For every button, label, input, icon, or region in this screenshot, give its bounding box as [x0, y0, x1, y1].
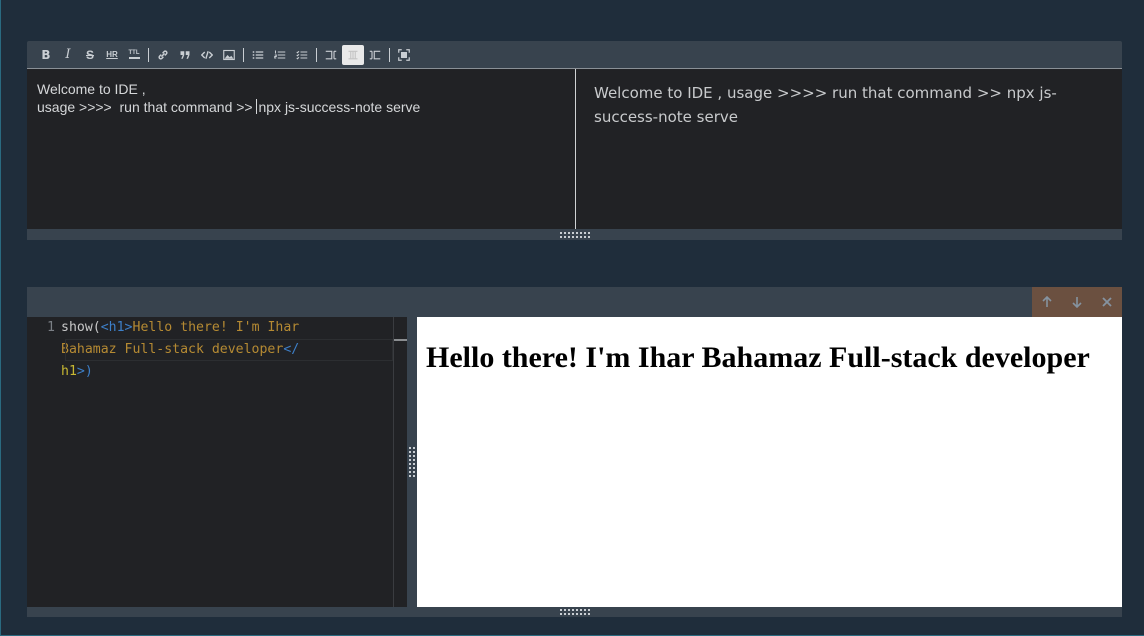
code-icon — [201, 50, 213, 59]
editor-line: Welcome to IDE , — [37, 81, 146, 97]
bold-button[interactable]: B — [35, 45, 57, 65]
editor-line-text: npx js-success-note serve — [258, 99, 421, 115]
strikethrough-button[interactable]: S — [79, 45, 101, 65]
fullscreen-icon — [398, 48, 410, 61]
toolbar-separator — [243, 47, 244, 62]
checklist-icon — [296, 50, 308, 59]
code-token-bracket: < — [100, 320, 109, 335]
italic-button[interactable]: I — [57, 45, 79, 65]
unordered-list-button[interactable] — [247, 45, 269, 65]
close-icon — [1102, 297, 1112, 307]
horizontal-rule-button[interactable]: HR — [101, 45, 123, 65]
code-button[interactable] — [196, 45, 218, 65]
code-cell: 1 show(<h1>Hello there! I'm Ihar Bahamaz … — [27, 287, 1122, 617]
markdown-body: Welcome to IDE , usage >>>> run that comm… — [27, 69, 1122, 229]
unordered-list-icon — [252, 50, 264, 59]
active-line-highlight — [65, 339, 393, 361]
markdown-resize-handle[interactable] — [27, 229, 1122, 240]
toolbar-separator — [316, 47, 317, 62]
horizontal-rule-icon: HR — [106, 50, 118, 59]
heading-icon: TTL — [128, 50, 140, 59]
strikethrough-icon: S — [85, 47, 94, 62]
side-by-side-button[interactable] — [342, 44, 364, 65]
heading-button[interactable]: TTL — [123, 45, 145, 65]
code-cell-resize-handle[interactable] — [27, 607, 1122, 617]
code-cell-header — [27, 287, 1122, 317]
fullscreen-button[interactable] — [393, 45, 415, 65]
editor-only-icon — [325, 50, 337, 59]
toolbar-separator — [148, 47, 149, 62]
link-button[interactable] — [152, 45, 174, 65]
quote-icon — [180, 50, 190, 59]
preview-only-icon — [369, 50, 381, 59]
code-editor-scrollbar[interactable] — [393, 317, 407, 607]
move-down-button[interactable] — [1065, 296, 1089, 308]
scrollbar-thumb[interactable] — [394, 339, 407, 341]
image-icon — [223, 49, 235, 60]
code-token-text: Hello there! I'm Ihar — [132, 320, 300, 335]
grip-icon — [559, 231, 590, 238]
italic-icon: I — [65, 47, 71, 62]
ordered-list-button[interactable] — [269, 45, 291, 65]
arrow-up-icon — [1042, 296, 1052, 307]
quote-button[interactable] — [174, 45, 196, 65]
editor-only-button[interactable] — [320, 45, 342, 65]
code-editor[interactable]: 1 show(<h1>Hello there! I'm Ihar Bahamaz … — [27, 317, 393, 607]
move-up-button[interactable] — [1035, 296, 1059, 308]
line-number: 1 — [47, 320, 55, 335]
code-token-bracket: > — [124, 320, 133, 335]
line-number-gutter: 1 — [27, 317, 61, 383]
code-token-tag: h1 — [61, 364, 77, 379]
code-token-tag: h1 — [108, 320, 125, 335]
markdown-toolbar: B I S HR TTL — [27, 41, 1122, 69]
split-resize-handle[interactable] — [407, 317, 417, 607]
markdown-preview: Welcome to IDE , usage >>>> run that com… — [576, 69, 1122, 229]
markdown-editor[interactable]: Welcome to IDE , usage >>>> run that comm… — [27, 69, 576, 229]
checklist-button[interactable] — [291, 45, 313, 65]
output-heading: Hello there! I'm Ihar Bahamaz Full-stack… — [426, 341, 1090, 374]
delete-cell-button[interactable] — [1095, 296, 1119, 308]
code-output-preview: Hello there! I'm Ihar Bahamaz Full-stack… — [417, 317, 1122, 607]
editor-line: usage >>>> run that command >> npx js-su… — [37, 98, 565, 116]
ordered-list-icon — [274, 50, 286, 59]
markdown-cell: B I S HR TTL Welcome to IDE , usage >>>>… — [27, 41, 1122, 241]
preview-paragraph: Welcome to IDE , usage >>>> run that com… — [594, 84, 1057, 126]
code-token-paren: ) — [84, 364, 93, 379]
bold-icon: B — [41, 47, 51, 62]
grip-icon — [409, 447, 415, 477]
editor-line-text: usage >>>> run that command >> — [37, 99, 257, 115]
arrow-down-icon — [1072, 297, 1082, 308]
code-token-bracket: > — [76, 364, 85, 379]
image-button[interactable] — [218, 45, 240, 65]
preview-only-button[interactable] — [364, 45, 386, 65]
link-icon — [158, 49, 168, 60]
side-by-side-icon — [348, 50, 358, 59]
cell-action-bar — [1032, 287, 1122, 317]
grip-icon — [559, 609, 590, 615]
code-cell-body: 1 show(<h1>Hello there! I'm Ihar Bahamaz … — [27, 317, 1122, 607]
code-token-function: show( — [61, 320, 101, 335]
toolbar-separator — [389, 47, 390, 62]
